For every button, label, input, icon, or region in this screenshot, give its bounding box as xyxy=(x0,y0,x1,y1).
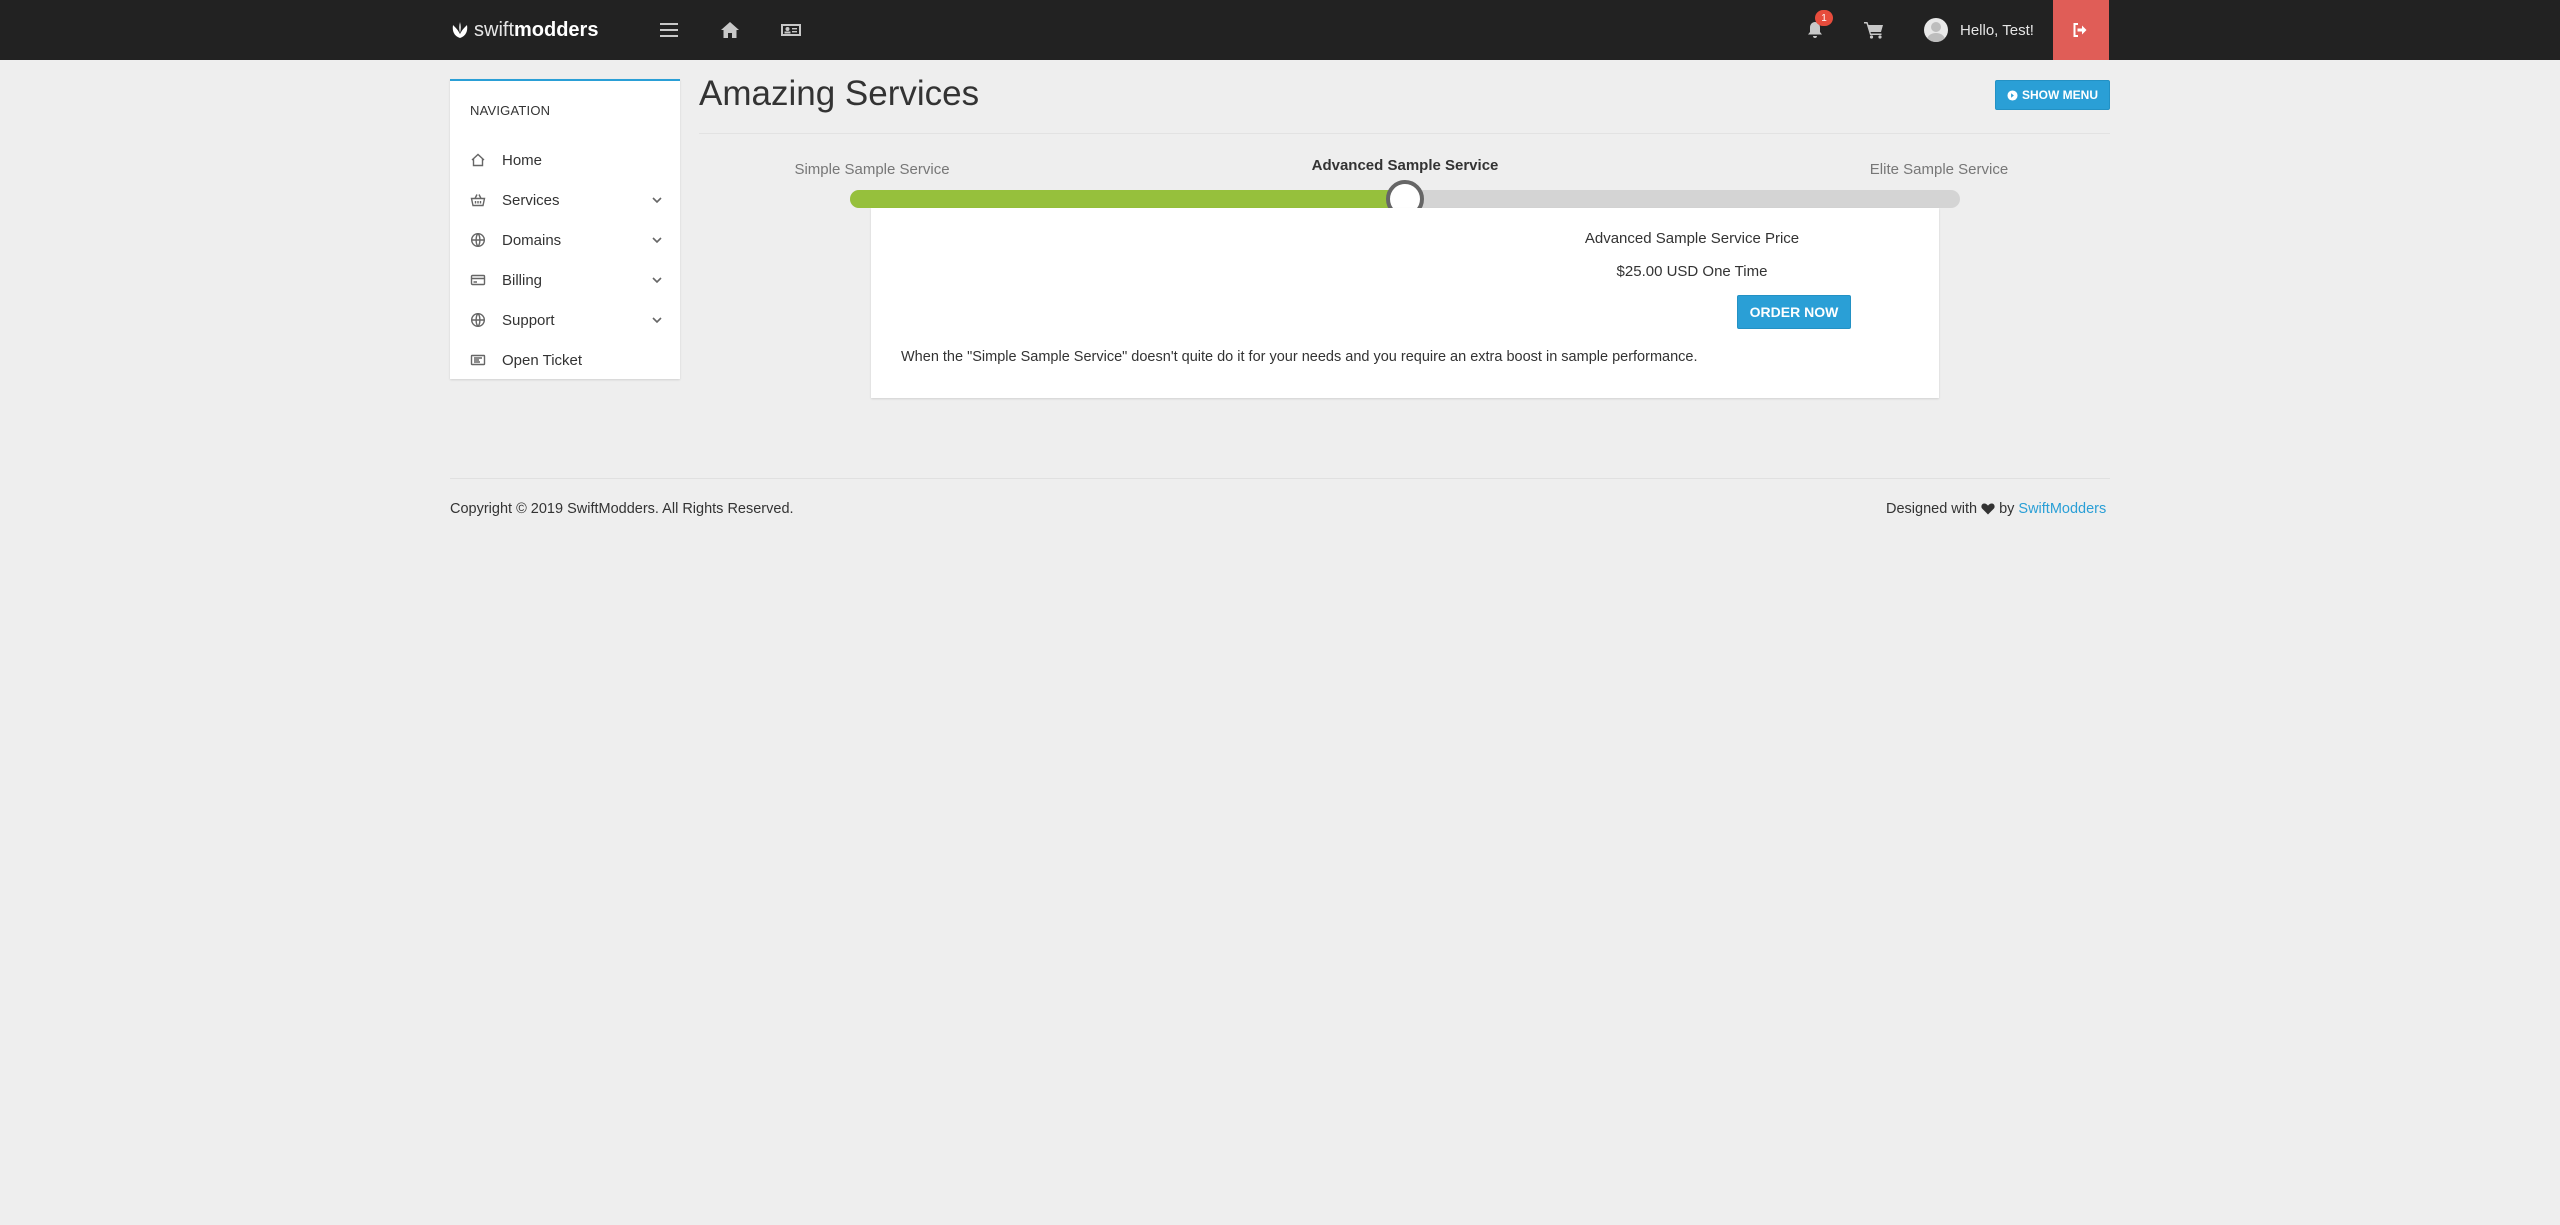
sidebar-item-label: Support xyxy=(502,311,555,329)
sidebar-item-label: Domains xyxy=(502,231,562,249)
footer-divider xyxy=(450,478,2110,479)
id-card-icon xyxy=(781,24,801,36)
circle-arrow-icon xyxy=(2007,89,2018,101)
page-title: Amazing Services xyxy=(699,74,980,113)
tier-label-elite[interactable]: Elite Sample Service xyxy=(1870,161,2008,178)
product-panel: Advanced Sample Service Price $25.00 USD… xyxy=(871,208,1939,398)
hamburger-menu-button[interactable] xyxy=(655,16,683,44)
notifications-button[interactable]: 1 xyxy=(1801,10,1833,44)
brand-text-light: swift xyxy=(474,18,514,41)
cart-icon xyxy=(1864,22,1883,39)
show-menu-label: SHOW MENU xyxy=(2022,88,2098,102)
home-icon xyxy=(721,22,739,38)
sidebar-navigation: NAVIGATION Home Services Domains Billing xyxy=(450,79,680,379)
sidebar-item-label: Billing xyxy=(502,271,543,289)
slider-fill xyxy=(850,190,1405,208)
logout-button[interactable] xyxy=(2053,0,2109,60)
sidebar-item-billing[interactable]: Billing xyxy=(450,260,680,300)
chevron-down-icon xyxy=(652,275,662,285)
user-greeting: Hello, Test! xyxy=(1960,21,2034,39)
chevron-down-icon xyxy=(652,315,662,325)
leaf-logo-icon xyxy=(452,22,468,38)
id-card-button[interactable] xyxy=(777,16,805,44)
notification-count-badge: 1 xyxy=(1815,10,1833,26)
sidebar-item-services[interactable]: Services xyxy=(450,180,680,220)
home-button[interactable] xyxy=(716,16,744,44)
basket-icon xyxy=(469,191,487,209)
brand-logo[interactable]: swift modders xyxy=(450,17,598,43)
sidebar-item-open-ticket[interactable]: Open Ticket xyxy=(450,340,680,380)
price-value: $25.00 USD One Time xyxy=(1616,263,1768,280)
sidebar-item-support[interactable]: Support xyxy=(450,300,680,340)
tier-label-advanced[interactable]: Advanced Sample Service xyxy=(1312,157,1499,174)
product-description: When the "Simple Sample Service" doesn't… xyxy=(901,349,1698,365)
title-divider xyxy=(699,133,2110,134)
designed-by: by xyxy=(1999,501,2015,517)
top-navbar: swift modders 1 Hello, Test! xyxy=(0,0,2560,60)
sidebar-item-label: Services xyxy=(502,191,560,209)
sidebar-item-label: Open Ticket xyxy=(502,351,583,369)
globe-icon xyxy=(469,231,487,249)
user-menu[interactable]: Hello, Test! xyxy=(1924,16,2034,44)
order-now-button[interactable]: ORDER NOW xyxy=(1737,295,1851,329)
footer-copyright: Copyright © 2019 SwiftModders. All Right… xyxy=(450,501,794,517)
show-menu-button[interactable]: SHOW MENU xyxy=(1995,80,2110,110)
sign-out-icon xyxy=(2073,23,2087,37)
chevron-down-icon xyxy=(652,235,662,245)
swiftmodders-link[interactable]: SwiftModders xyxy=(2018,501,2106,517)
designed-prefix: Designed with xyxy=(1886,501,1978,517)
sidebar-item-home[interactable]: Home xyxy=(450,140,680,180)
footer-credit: Designed with by SwiftModders xyxy=(1886,501,2106,517)
hamburger-icon xyxy=(660,23,678,37)
heart-icon xyxy=(1981,503,1995,515)
sidebar-title: NAVIGATION xyxy=(470,103,551,118)
sidebar-item-domains[interactable]: Domains xyxy=(450,220,680,260)
avatar xyxy=(1924,18,1948,42)
tier-label-simple[interactable]: Simple Sample Service xyxy=(794,161,949,178)
ticket-icon xyxy=(469,351,487,369)
credit-card-icon xyxy=(469,271,487,289)
globe-icon xyxy=(469,311,487,329)
price-label: Advanced Sample Service Price xyxy=(1584,230,1800,247)
chevron-down-icon xyxy=(652,195,662,205)
sidebar-item-label: Home xyxy=(502,151,543,169)
brand-text-bold: modders xyxy=(514,18,599,41)
home-icon xyxy=(469,151,487,169)
cart-button[interactable] xyxy=(1860,16,1888,44)
